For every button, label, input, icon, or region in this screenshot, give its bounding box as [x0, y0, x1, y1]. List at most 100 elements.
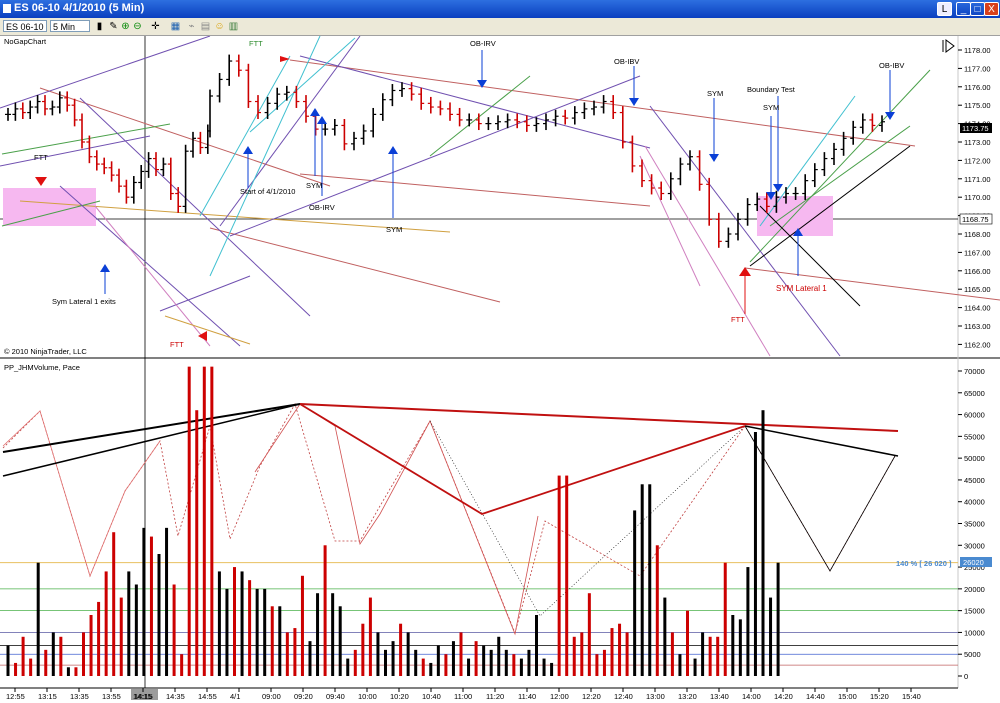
price-tick-label: 1162.00 [964, 340, 991, 349]
volume-bar [602, 649, 606, 676]
link-button[interactable]: L [937, 2, 952, 16]
volume-bar [21, 636, 25, 676]
volume-bar [436, 645, 440, 676]
volume-bars [6, 366, 780, 676]
copyright-text: © 2010 NinjaTrader, LLC [4, 347, 87, 356]
volume-bar [59, 636, 63, 676]
interval-select[interactable]: 5 Min [50, 20, 90, 32]
maximize-button[interactable]: □ [970, 2, 985, 16]
volume-bar [474, 641, 478, 676]
chart-toolbar: ES 06-10 5 Min ▮ ✎ ⊕ ⊖ ✛ ▦ ⌁ ▤ ☺ ▥ [0, 18, 1000, 36]
pace-value-text: 26020 [963, 558, 984, 567]
volume-bar [149, 536, 153, 676]
sym-label-low: SYM [386, 225, 402, 234]
start-of-day-label: Start of 4/1/2010 [240, 187, 295, 196]
price-tick-label: 1168.00 [964, 230, 991, 239]
volume-bar [723, 562, 727, 676]
scroll-end-icon[interactable] [942, 39, 955, 53]
volume-bar [233, 567, 236, 676]
volume-tick-label: 65000 [964, 389, 985, 398]
volume-bar [587, 593, 591, 676]
zoom-in-icon[interactable]: ⊕ [120, 21, 131, 32]
time-tick-label: 10:40 [422, 692, 441, 701]
volume-bar [399, 623, 403, 676]
volume-bar [406, 632, 410, 676]
time-tick-label: 12:20 [582, 692, 601, 701]
sym-lateral-1-label: SYM Lateral 1 [776, 284, 827, 293]
ftt-label-bottom: FTT [170, 340, 184, 349]
price-tick-label: 1175.00 [964, 101, 991, 110]
volume-tick-label: 10000 [964, 628, 985, 637]
bar-type-icon[interactable]: ▮ [94, 21, 105, 32]
price-tick-label: 1165.00 [964, 285, 991, 294]
volume-bar [451, 641, 455, 676]
volume-bar [217, 571, 221, 676]
volume-bar [497, 636, 501, 676]
crosshair-time-text: 14:15 [133, 692, 152, 701]
volume-bar [595, 654, 599, 676]
strategies-icon[interactable]: ▤ [200, 21, 211, 32]
volume-bar [51, 632, 55, 676]
time-tick-label: 13:00 [646, 692, 665, 701]
price-tick-label: 1166.00 [964, 267, 991, 276]
time-tick-label: 4/1 [230, 692, 240, 701]
indicators-icon[interactable]: ⌁ [186, 21, 197, 32]
sym-lateral-exits-label: Sym Lateral 1 exits [52, 297, 116, 306]
time-tick-label: 13:55 [102, 692, 121, 701]
crosshair-icon[interactable]: ✛ [150, 21, 161, 32]
volume-bar [134, 584, 138, 676]
volume-bar [391, 641, 395, 676]
volume-bar [248, 580, 252, 676]
time-tick-label: 14:35 [166, 692, 185, 701]
last-price-text: 1173.75 [962, 124, 989, 133]
volume-bar [580, 632, 584, 676]
price-tick-label: 1171.00 [964, 175, 991, 184]
volume-bar [708, 636, 712, 676]
volume-bar [89, 615, 93, 676]
volume-bar [693, 658, 697, 676]
alerts-icon[interactable]: ☺ [214, 21, 225, 32]
volume-tick-label: 70000 [964, 367, 985, 376]
volume-bar [255, 588, 259, 676]
minimize-button[interactable]: _ [956, 2, 971, 16]
volume-bar [663, 597, 667, 676]
zoom-out-icon[interactable]: ⊖ [132, 21, 143, 32]
volume-bar [157, 554, 161, 676]
volume-bar [753, 432, 757, 676]
volume-bar [316, 593, 320, 676]
properties-icon[interactable]: ▦ [170, 21, 181, 32]
volume-bar [618, 623, 622, 676]
pencil-icon[interactable]: ✎ [108, 21, 119, 32]
volume-bar [210, 366, 214, 676]
time-tick-label: 12:00 [550, 692, 569, 701]
time-tick-label: 10:00 [358, 692, 377, 701]
volume-bar [376, 632, 380, 676]
volume-bar [746, 567, 750, 676]
instrument-select[interactable]: ES 06-10 [3, 20, 47, 32]
volume-tick-label: 40000 [964, 498, 985, 507]
ftt-label-left: FTT [34, 153, 48, 162]
app-icon [3, 4, 11, 13]
volume-bar [346, 658, 350, 676]
volume-bar [240, 571, 244, 676]
volume-bar [202, 366, 206, 676]
volume-bar [738, 619, 742, 676]
volume-bar [331, 593, 335, 676]
volume-tick-label: 20000 [964, 585, 985, 594]
close-button[interactable]: X [984, 2, 999, 16]
time-tick-label: 11:40 [518, 692, 536, 701]
data-box-icon[interactable]: ▥ [228, 21, 239, 32]
volume-bar [14, 662, 18, 676]
price-tick-label: 1167.00 [964, 248, 991, 257]
volume-bar [278, 606, 282, 676]
price-tick-label: 1164.00 [964, 304, 991, 313]
volume-bar [308, 641, 312, 676]
volume-bar [512, 654, 516, 676]
volume-bar [459, 632, 463, 676]
volume-bar [180, 654, 184, 676]
price-panel-label: NoGapChart [4, 37, 47, 46]
volume-bar [557, 475, 561, 676]
time-tick-label: 13:15 [38, 692, 57, 701]
chart-canvas[interactable]: 1178.001177.001176.001175.001174.001173.… [0, 36, 1000, 703]
volume-bar [29, 658, 33, 676]
